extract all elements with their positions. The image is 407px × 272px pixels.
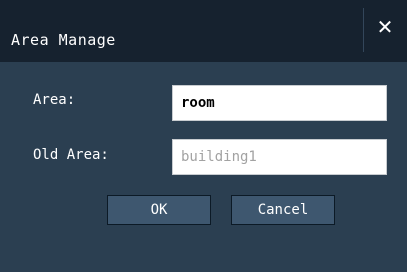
- cancel-button[interactable]: Cancel: [231, 195, 335, 225]
- old-area-label: Old Area:: [33, 147, 109, 163]
- ok-button[interactable]: OK: [107, 195, 211, 225]
- area-input[interactable]: [172, 85, 387, 121]
- title-bar: Area Manage ✕: [0, 0, 407, 62]
- area-manage-dialog: Area Manage ✕ Area: Old Area: OK Cancel: [0, 0, 407, 272]
- close-icon[interactable]: ✕: [369, 12, 401, 42]
- old-area-field: [172, 139, 387, 175]
- dialog-title: Area Manage: [11, 31, 116, 49]
- title-separator: [363, 8, 364, 52]
- area-label: Area:: [33, 92, 76, 108]
